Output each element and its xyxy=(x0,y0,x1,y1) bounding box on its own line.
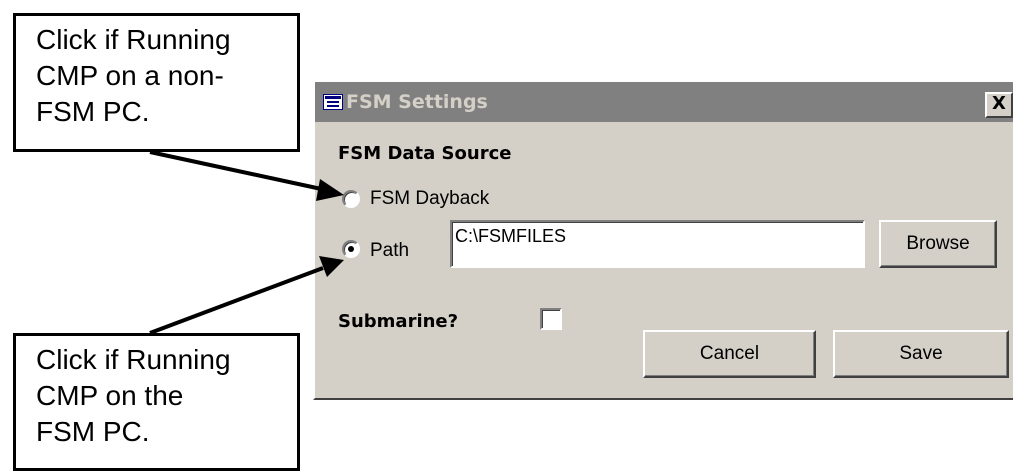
callout-arrows xyxy=(149,150,344,335)
arrow-line-bottom xyxy=(149,266,324,335)
arrow-head-top xyxy=(316,179,344,201)
arrow-head-bottom xyxy=(319,256,344,277)
arrow-line-top xyxy=(149,150,327,192)
